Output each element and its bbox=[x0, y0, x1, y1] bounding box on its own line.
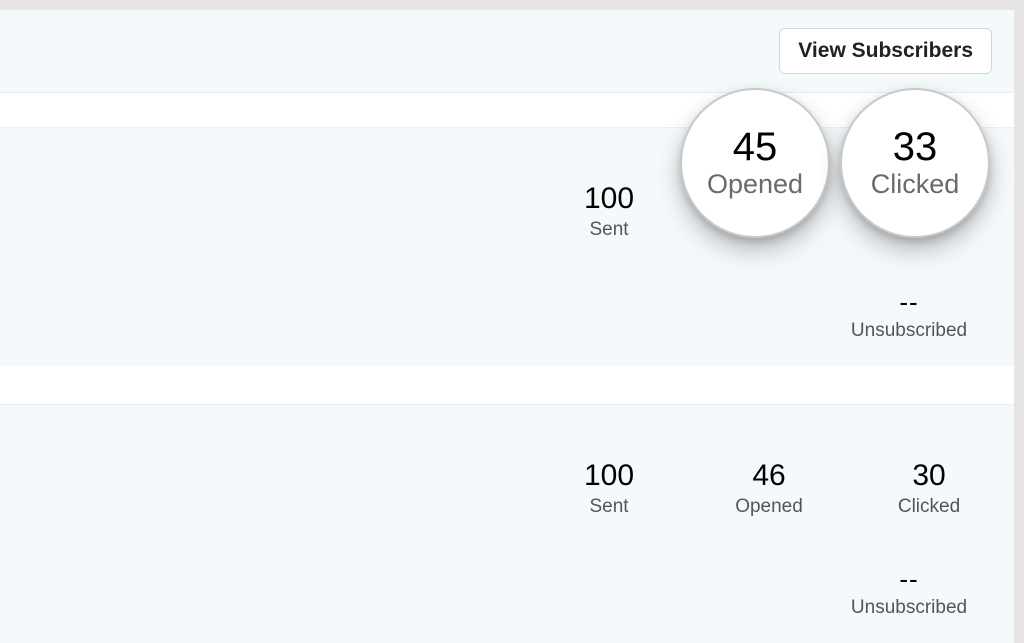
metric-label: Unsubscribed bbox=[844, 320, 974, 342]
metric-unsubscribed: -- Unsubscribed bbox=[844, 564, 974, 619]
metric-label: Clicked bbox=[884, 496, 974, 518]
unsub-row: -- Unsubscribed bbox=[24, 287, 974, 342]
spacer bbox=[0, 366, 1014, 404]
metric-value: -- bbox=[844, 564, 974, 595]
metric-label: Opened bbox=[724, 496, 814, 518]
metrics-row: 100 Sent Opened Clicked bbox=[24, 152, 974, 241]
metric-value: -- bbox=[844, 287, 974, 318]
metrics-row: 100 Sent 46 Opened 30 Clicked bbox=[24, 429, 974, 518]
metric-sent: 100 Sent bbox=[564, 459, 654, 518]
metric-label: Sent bbox=[564, 219, 654, 241]
metric-value: 46 bbox=[724, 459, 814, 492]
metric-opened: 46 Opened bbox=[724, 459, 814, 518]
header-bar: View Subscribers bbox=[0, 10, 1014, 93]
metric-label: Sent bbox=[564, 496, 654, 518]
campaign-card: 100 Sent 46 Opened 30 Clicked -- Unsubsc… bbox=[0, 404, 1014, 643]
metric-value: 100 bbox=[564, 182, 654, 215]
metric-unsubscribed: -- Unsubscribed bbox=[844, 287, 974, 342]
unsub-row: -- Unsubscribed bbox=[24, 564, 974, 619]
magnifier-value: 33 bbox=[893, 127, 938, 167]
magnifier-clicked: 33 Clicked bbox=[840, 88, 990, 238]
metric-label: Unsubscribed bbox=[844, 597, 974, 619]
magnifier-label: Opened bbox=[707, 169, 803, 200]
magnifier-label: Clicked bbox=[871, 169, 960, 200]
view-subscribers-button[interactable]: View Subscribers bbox=[779, 28, 992, 74]
metric-value: 30 bbox=[884, 459, 974, 492]
metric-sent: 100 Sent bbox=[564, 182, 654, 241]
metric-value: 100 bbox=[564, 459, 654, 492]
page-container: View Subscribers 100 Sent Opened Clicked… bbox=[0, 10, 1014, 638]
magnifier-opened: 45 Opened bbox=[680, 88, 830, 238]
metric-clicked: 30 Clicked bbox=[884, 459, 974, 518]
magnifier-value: 45 bbox=[733, 127, 778, 167]
